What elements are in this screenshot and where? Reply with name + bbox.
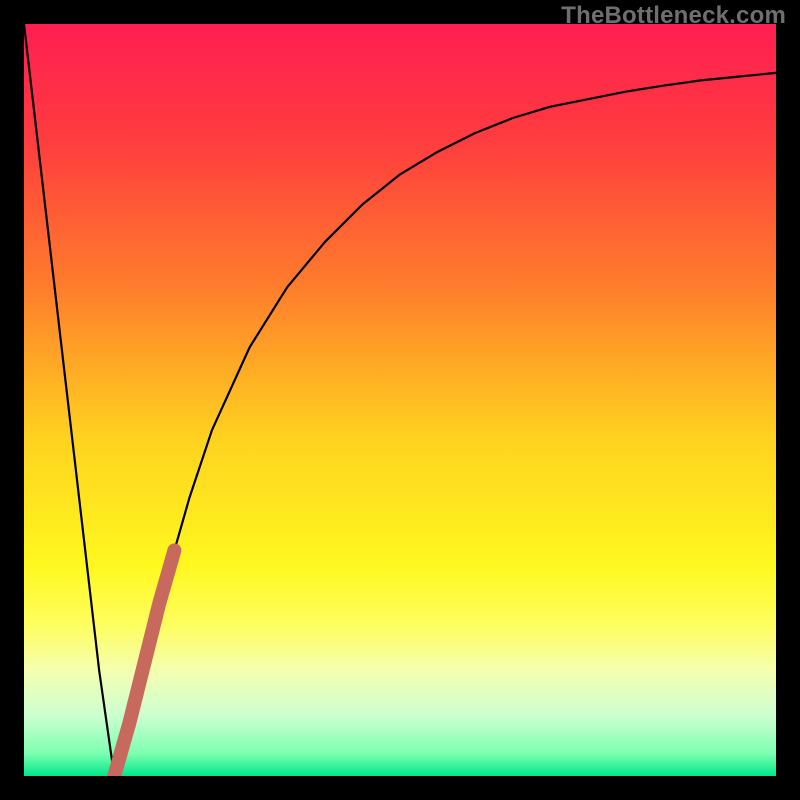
- highlight-segment: [114, 550, 174, 776]
- curve-layer: [24, 24, 776, 776]
- chart-frame: TheBottleneck.com: [0, 0, 800, 800]
- bottleneck-curve: [24, 24, 776, 776]
- plot-area: [24, 24, 776, 776]
- watermark-text: TheBottleneck.com: [561, 2, 786, 30]
